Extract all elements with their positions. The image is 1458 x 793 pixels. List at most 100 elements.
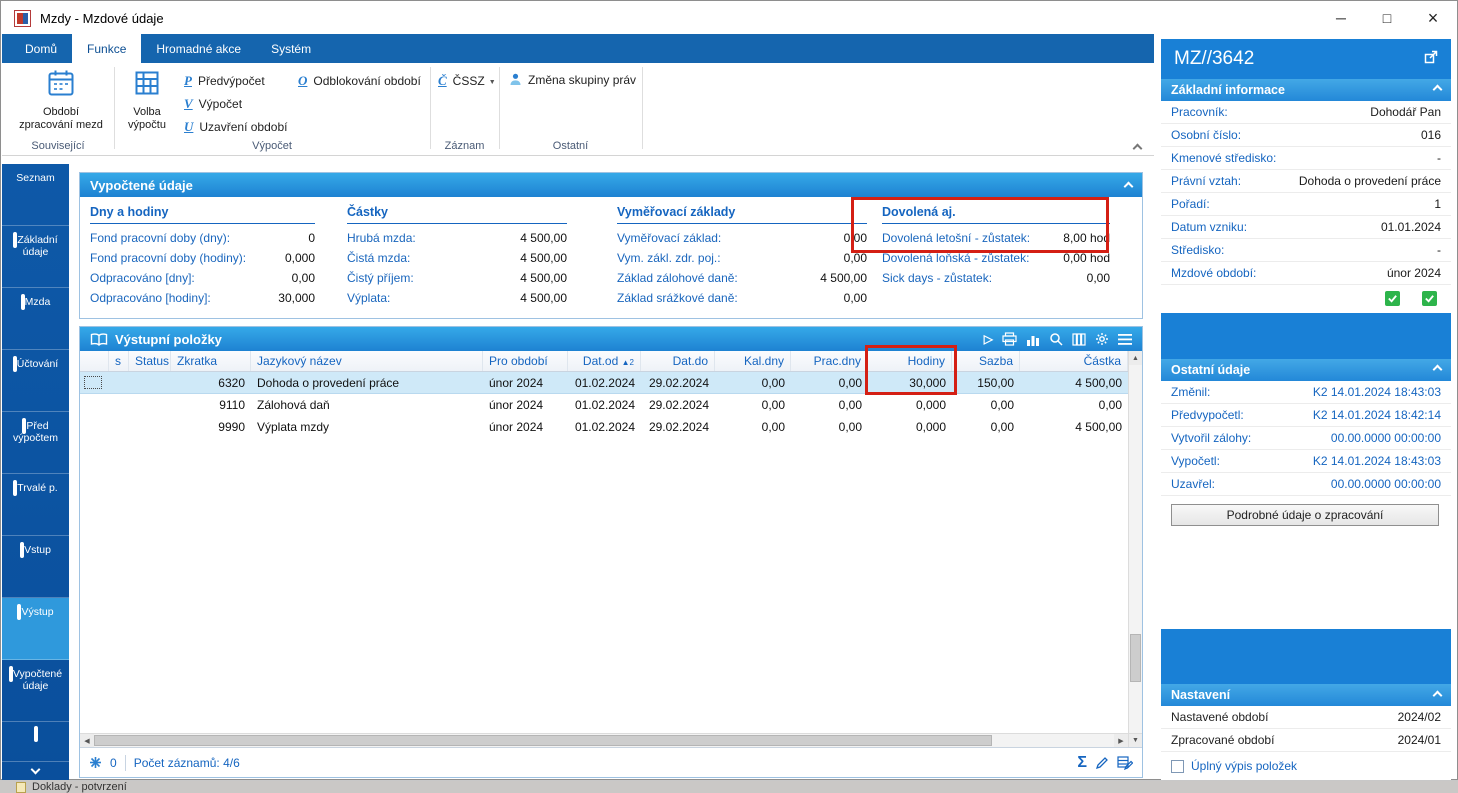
refresh-icon[interactable]	[89, 756, 102, 769]
scrollbar-thumb[interactable]	[1130, 634, 1141, 682]
cell-prac-dny[interactable]: 0,00	[791, 416, 868, 438]
cell-status[interactable]	[129, 372, 171, 393]
cell-zkratka[interactable]: 9990	[171, 416, 251, 438]
column-header-s[interactable]: s	[109, 351, 129, 371]
cell-dat-do[interactable]: 29.02.2024	[641, 372, 715, 393]
chart-icon[interactable]	[1026, 333, 1040, 346]
column-header-pro-obdobi[interactable]: Pro období	[483, 351, 568, 371]
maximize-button[interactable]: □	[1364, 2, 1410, 34]
cell-castka[interactable]: 4 500,00	[1020, 372, 1128, 393]
bulk-edit-icon[interactable]	[1117, 756, 1133, 770]
row-indicator-cell[interactable]	[80, 372, 109, 393]
close-period-button[interactable]: UUzavření období	[184, 119, 287, 135]
column-header-hodiny[interactable]: Hodiny	[868, 351, 952, 371]
sidebar-item-zakladni-udaje[interactable]: Základní údaje	[2, 226, 69, 288]
full-list-checkbox[interactable]	[1171, 760, 1184, 773]
tab-funkce[interactable]: Funkce	[72, 34, 141, 63]
open-in-window-icon[interactable]	[1424, 48, 1438, 70]
row-indicator-cell[interactable]	[80, 394, 109, 416]
calc-button[interactable]: VVýpočet	[184, 96, 242, 112]
processing-details-button[interactable]: Podrobné údaje o zpracování	[1171, 504, 1439, 526]
column-header-zkratka[interactable]: Zkratka	[171, 351, 251, 371]
row-indicator-cell[interactable]	[80, 416, 109, 438]
menu-icon[interactable]	[1118, 334, 1132, 345]
cell-s[interactable]	[109, 372, 129, 393]
cell-hodiny[interactable]: 0,000	[868, 416, 952, 438]
cell-status[interactable]	[129, 416, 171, 438]
column-header-kal-dny[interactable]: Kal.dny	[715, 351, 791, 371]
tab-hromadne-akce[interactable]: Hromadné akce	[141, 34, 256, 63]
scroll-left-icon[interactable]: ◀	[80, 734, 94, 747]
sidebar-item-trvale-p[interactable]: Trvalé p.	[2, 474, 69, 536]
search-icon[interactable]	[1049, 332, 1063, 346]
play-icon[interactable]: ▷	[984, 332, 993, 346]
table-row[interactable]: 9990 Výplata mzdy únor 2024 01.02.2024 2…	[80, 416, 1128, 438]
sidebar-item-vstup[interactable]: Vstup	[2, 536, 69, 598]
cell-dat-do[interactable]: 29.02.2024	[641, 416, 715, 438]
horizontal-scrollbar[interactable]: ◀ ▶ ▼	[80, 733, 1142, 747]
tab-system[interactable]: Systém	[256, 34, 326, 63]
scrollbar-thumb[interactable]	[94, 735, 992, 746]
background-window-strip[interactable]: Doklady - potvrzení	[0, 781, 1458, 793]
cell-dat-od[interactable]: 01.02.2024	[568, 416, 641, 438]
cell-kal-dny[interactable]: 0,00	[715, 416, 791, 438]
column-header-status[interactable]: Status	[129, 351, 171, 371]
cell-hodiny[interactable]: 30,000	[868, 372, 952, 393]
cell-zkratka[interactable]: 6320	[171, 372, 251, 393]
edit-icon[interactable]	[1095, 756, 1109, 770]
cell-nazev[interactable]: Zálohová daň	[251, 394, 483, 416]
table-row[interactable]: 6320 Dohoda o provedení práce únor 2024 …	[80, 372, 1128, 394]
sidebar-item-vystup[interactable]: Výstup	[2, 598, 69, 660]
column-header-dat-od[interactable]: Dat.od ▲2	[568, 351, 641, 371]
cell-s[interactable]	[109, 394, 129, 416]
vertical-scrollbar[interactable]: ▲	[1128, 351, 1142, 733]
sidebar-item-mzda[interactable]: Mzda	[2, 288, 69, 350]
scroll-up-icon[interactable]: ▲	[1129, 351, 1142, 365]
scroll-right-icon[interactable]: ▶	[1114, 734, 1128, 747]
table-row[interactable]: 9110 Zálohová daň únor 2024 01.02.2024 2…	[80, 394, 1128, 416]
unblock-period-button[interactable]: OOdblokování období	[298, 73, 421, 89]
cell-prac-dny[interactable]: 0,00	[791, 372, 868, 393]
cell-sazba[interactable]: 0,00	[952, 416, 1020, 438]
cell-dat-od[interactable]: 01.02.2024	[568, 372, 641, 393]
sidebar-item-vypoctene-udaje[interactable]: Vypočtené údaje	[2, 660, 69, 722]
cell-castka[interactable]: 0,00	[1020, 394, 1128, 416]
payroll-period-button[interactable]: Období zpracování mezd	[10, 68, 112, 132]
cell-prac-dny[interactable]: 0,00	[791, 394, 868, 416]
sidebar-item-pred-vypoctem[interactable]: Před výpočtem	[2, 412, 69, 474]
column-header-dat-do[interactable]: Dat.do	[641, 351, 715, 371]
sidebar-more-button[interactable]	[2, 762, 69, 780]
section-header-settings[interactable]: Nastavení	[1161, 684, 1451, 706]
columns-icon[interactable]	[1072, 333, 1086, 346]
sidebar-item-partial[interactable]	[2, 722, 69, 762]
sum-icon[interactable]: Σ	[1077, 754, 1087, 772]
cssz-button[interactable]: ČČSSZ▼	[438, 73, 496, 89]
cell-castka[interactable]: 4 500,00	[1020, 416, 1128, 438]
cell-sazba[interactable]: 150,00	[952, 372, 1020, 393]
print-icon[interactable]	[1002, 332, 1017, 346]
cell-obdobi[interactable]: únor 2024	[483, 394, 568, 416]
tab-domu[interactable]: Domů	[10, 34, 72, 63]
cell-hodiny[interactable]: 0,000	[868, 394, 952, 416]
minimize-button[interactable]: ─	[1318, 2, 1364, 34]
cell-dat-od[interactable]: 01.02.2024	[568, 394, 641, 416]
cell-s[interactable]	[109, 416, 129, 438]
section-header-basic-info[interactable]: Základní informace	[1161, 79, 1451, 101]
column-header-indicator[interactable]	[80, 351, 109, 371]
calc-choice-button[interactable]: Volba výpočtu	[120, 68, 174, 132]
scrollbar-track[interactable]	[94, 734, 1114, 747]
cell-zkratka[interactable]: 9110	[171, 394, 251, 416]
change-rights-button[interactable]: Změna skupiny práv	[508, 72, 636, 90]
cell-obdobi[interactable]: únor 2024	[483, 372, 568, 393]
cell-nazev[interactable]: Dohoda o provedení práce	[251, 372, 483, 393]
precalc-button[interactable]: PPředvýpočet	[184, 73, 265, 89]
sidebar-item-seznam[interactable]: Seznam	[2, 164, 69, 226]
section-header-other-info[interactable]: Ostatní údaje	[1161, 359, 1451, 381]
ribbon-collapse-icon[interactable]	[1134, 141, 1141, 155]
sidebar-item-uctovani[interactable]: Účtování	[2, 350, 69, 412]
cell-kal-dny[interactable]: 0,00	[715, 372, 791, 393]
cell-sazba[interactable]: 0,00	[952, 394, 1020, 416]
scroll-down-icon[interactable]: ▼	[1128, 734, 1142, 747]
column-header-sazba[interactable]: Sazba	[952, 351, 1020, 371]
close-button[interactable]: ×	[1410, 2, 1456, 34]
